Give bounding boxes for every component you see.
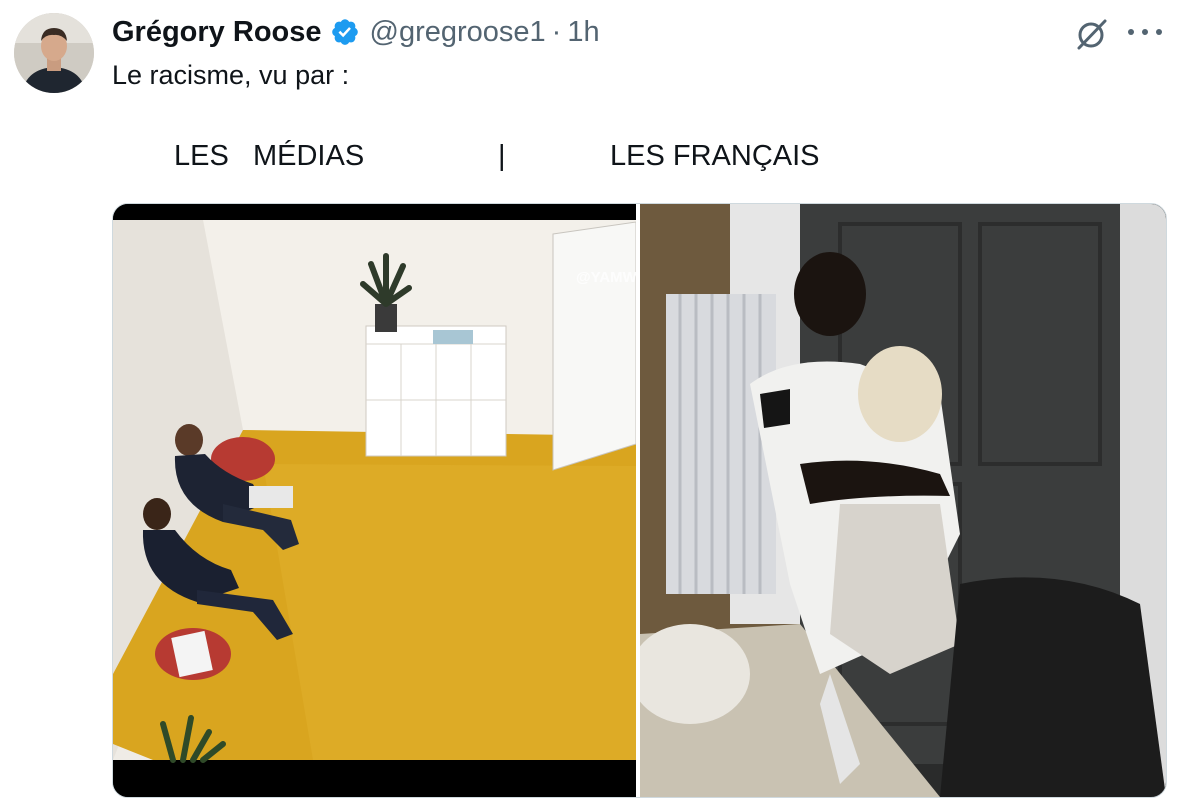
author-name[interactable]: Grégory Roose (112, 16, 322, 49)
office-scene-image: @YAMW (113, 204, 636, 797)
media-right-image[interactable] (640, 204, 1166, 797)
grok-icon[interactable] (1074, 16, 1110, 52)
more-dot (1142, 29, 1148, 35)
caption-separator: | (498, 140, 506, 172)
verified-badge-icon[interactable] (330, 17, 360, 47)
more-dot (1156, 29, 1162, 35)
video-watermark: @YAMW (576, 269, 636, 286)
entryway-scene-image (640, 204, 1166, 797)
media-left-image[interactable]: @YAMW (113, 204, 636, 797)
tweet-media[interactable]: @YAMW (112, 203, 1167, 798)
caption-left: LES MÉDIAS (174, 140, 365, 172)
author-handle[interactable]: @gregroose1 (370, 16, 546, 49)
more-dot (1128, 29, 1134, 35)
avatar-image (14, 13, 94, 93)
dot-separator: · (551, 15, 562, 48)
author-avatar[interactable] (14, 13, 94, 93)
tweet-text: Le racisme, vu par : (112, 60, 350, 90)
more-icon[interactable] (1128, 20, 1162, 44)
tweet-header: Grégory Roose @gregroose1 · 1h (112, 14, 600, 50)
caption-right: LES FRANÇAIS (610, 140, 820, 172)
tweet-timestamp[interactable]: 1h (567, 16, 599, 49)
